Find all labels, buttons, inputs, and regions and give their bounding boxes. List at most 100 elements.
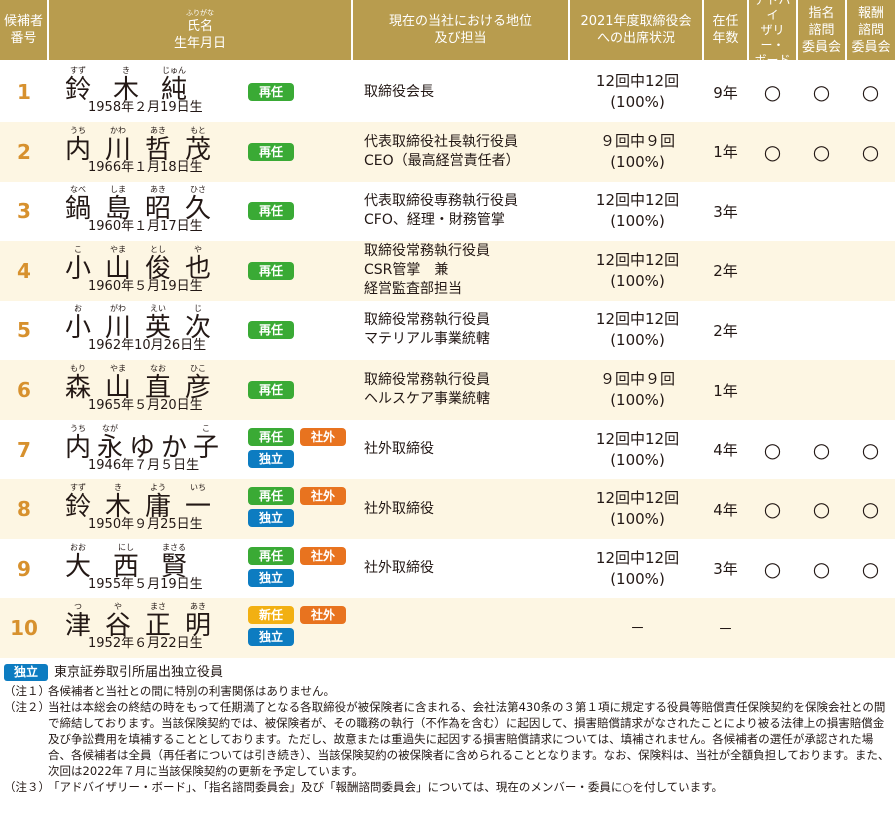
status-badge: 再任 <box>248 142 294 161</box>
header-text: アドバイ <box>754 0 790 22</box>
position-line: CSR管掌 兼 <box>364 262 449 279</box>
candidate-number: 10 <box>10 616 38 641</box>
position-line: 代表取締役専務執行役員 <box>364 193 518 210</box>
name-char: あき明 <box>178 602 218 640</box>
attendance-cell: 12回中12回 (100%) <box>570 62 705 122</box>
table-row: 3 なべ鍋しま島あき昭ひさ久 1960年１月17日生 再任 代表取締役専務執行役員 CFO… <box>0 181 895 241</box>
attendance-cell: 12回中12回 (100%) <box>570 479 705 539</box>
compensation-mark: ○ <box>861 80 880 104</box>
header-text: 諮問 <box>857 22 884 38</box>
advisory-mark: ○ <box>763 497 782 522</box>
birth-date: 1962年10月26日生 <box>88 338 207 354</box>
table-row: 10 つ津や谷まさ正あき明 1952年６月22日生 新任 社外 独立 － － <box>0 598 895 659</box>
header-text: 番号 <box>10 31 37 46</box>
attendance-cell: 12回中12回 (100%) <box>570 300 705 360</box>
status-badge: 社外 <box>300 546 346 565</box>
nomination-mark: ○ <box>812 497 831 522</box>
name-char: とし俊 <box>138 245 178 283</box>
name-char: あき哲 <box>138 126 178 164</box>
position-cell: 取締役常務執行役員 マテリアル事業統轄 <box>364 300 564 360</box>
advisory-mark: ○ <box>763 139 782 164</box>
note-text: 各候補者と当社との間に特別の利害関係はありません。 <box>48 684 336 698</box>
badge-group: 再任 <box>248 62 358 122</box>
name-char: まさ正 <box>138 602 178 640</box>
candidate-name: なべ鍋しま島あき昭ひさ久 <box>58 185 238 223</box>
badge-group: 再任 <box>248 122 358 182</box>
status-badge: 再任 <box>248 321 294 340</box>
advisory-mark <box>749 598 796 658</box>
tenure-years: 4年 <box>713 500 738 519</box>
name-char: おお大 <box>58 543 98 581</box>
header-text: 生年月日 <box>173 35 226 51</box>
note-tag: （注１） <box>4 684 50 698</box>
header-text: 諮問 <box>808 22 835 38</box>
name-char: いち一 <box>178 483 218 521</box>
header-attendance: 2021年度取締役会 への出席状況 <box>570 0 702 60</box>
birth-date: 1960年１月17日生 <box>88 219 203 235</box>
legend-text: 東京証券取引所届出独立役員 <box>54 665 224 680</box>
tenure-years: 1年 <box>713 381 738 400</box>
advisory-mark: ○ <box>763 437 782 462</box>
birth-date: 1946年７月５日生 <box>88 457 200 473</box>
compensation-mark <box>847 360 894 420</box>
candidate-name: うち内なが永ゆかこ子 <box>58 424 238 462</box>
badge-group: 新任 社外 独立 <box>248 598 358 658</box>
notes-section: 独立 東京証券取引所届出独立役員 （注１） 各候補者と当社との間に特別の利害関係はあ… <box>4 664 892 795</box>
attendance-line: (100%) <box>610 510 665 529</box>
nomination-mark <box>798 300 845 360</box>
candidate-name: うち内かわ川あき哲もと茂 <box>58 126 238 164</box>
nomination-mark <box>798 360 845 420</box>
name-char: じゅん純 <box>154 66 194 104</box>
tenure-years: 3年 <box>713 202 738 221</box>
candidate-name: お小がわ川えい英じ次 <box>58 304 238 342</box>
candidate-number: 6 <box>17 378 31 402</box>
position-line: 経営監査部担当 <box>364 281 462 298</box>
status-badge: 再任 <box>248 261 294 280</box>
position-cell: 取締役常務執行役員 ヘルスケア事業統轄 <box>364 360 564 420</box>
attendance-line: 12回中12回 <box>595 191 680 210</box>
status-badge: 再任 <box>248 83 294 101</box>
name-char: かわ川 <box>98 126 138 164</box>
attendance-cell: 12回中12回 (100%) <box>570 181 705 241</box>
table-row: 5 お小がわ川えい英じ次 1962年10月26日生 再任 取締役常務執行役員 マテリアル事… <box>0 300 895 360</box>
name-char: まさる賢 <box>154 543 194 581</box>
note-3: （注３） 「アドバイザリー・ボード」、「指名諮問委員会」及び「報酬諮問委員会」につ… <box>4 779 892 795</box>
candidate-number: 7 <box>17 437 31 462</box>
note-2: （注２） 当社は本総会の終結の時をもって任期満了となる各取締役が被保険者に含まれる… <box>4 699 892 779</box>
attendance-line: 12回中12回 <box>595 489 680 508</box>
compensation-mark <box>847 300 894 360</box>
header-text: 委員会 <box>851 39 891 55</box>
position-line: CEO（最高経営責任者） <box>364 152 520 169</box>
attendance-line: 12回中12回 <box>595 310 680 329</box>
attendance-cell: ９回中９回 (100%) <box>570 122 705 182</box>
attendance-line: (100%) <box>610 569 665 588</box>
name-char: よう庸 <box>138 483 178 521</box>
status-badge: 独立 <box>248 509 294 528</box>
table-row: 6 もり森やま山なお直ひこ彦 1965年５月20日生 再任 取締役常務執行役員 ヘルスケア… <box>0 360 895 420</box>
attendance-cell: 12回中12回 (100%) <box>570 241 705 301</box>
header-name: ふりがな 氏名 生年月日 <box>49 0 351 60</box>
name-char: もと茂 <box>178 126 218 164</box>
badge-group: 再任 <box>248 181 358 241</box>
candidate-name: すず鈴き木よう庸いち一 <box>58 483 238 521</box>
birth-date: 1965年５月20日生 <box>88 398 203 413</box>
badge-group: 再任 <box>248 360 358 420</box>
attendance-line: (100%) <box>610 212 665 231</box>
compensation-mark: ○ <box>861 556 880 581</box>
name-char: にし西 <box>106 543 146 581</box>
candidate-name: すず鈴き木じゅん純 <box>58 66 238 104</box>
name-char: お小 <box>58 304 98 342</box>
table-row: 4 こ小やま山とし俊や也 1960年５月19日生 再任 取締役常務執行役員 CSR管掌 兼… <box>0 240 895 301</box>
name-char: つ津 <box>58 602 98 640</box>
position-line: 取締役常務執行役員 <box>364 243 490 260</box>
attendance-line: － <box>629 618 645 637</box>
attendance-line: (100%) <box>610 391 665 409</box>
status-badge: 再任 <box>248 546 294 565</box>
tenure-years: 1年 <box>713 143 738 162</box>
tenure-years: 2年 <box>713 262 738 281</box>
status-badge: 再任 <box>248 381 294 399</box>
attendance-line: (100%) <box>610 331 665 350</box>
independent-badge: 独立 <box>4 664 48 681</box>
position-line: マテリアル事業統轄 <box>364 331 490 348</box>
advisory-mark <box>749 300 796 360</box>
